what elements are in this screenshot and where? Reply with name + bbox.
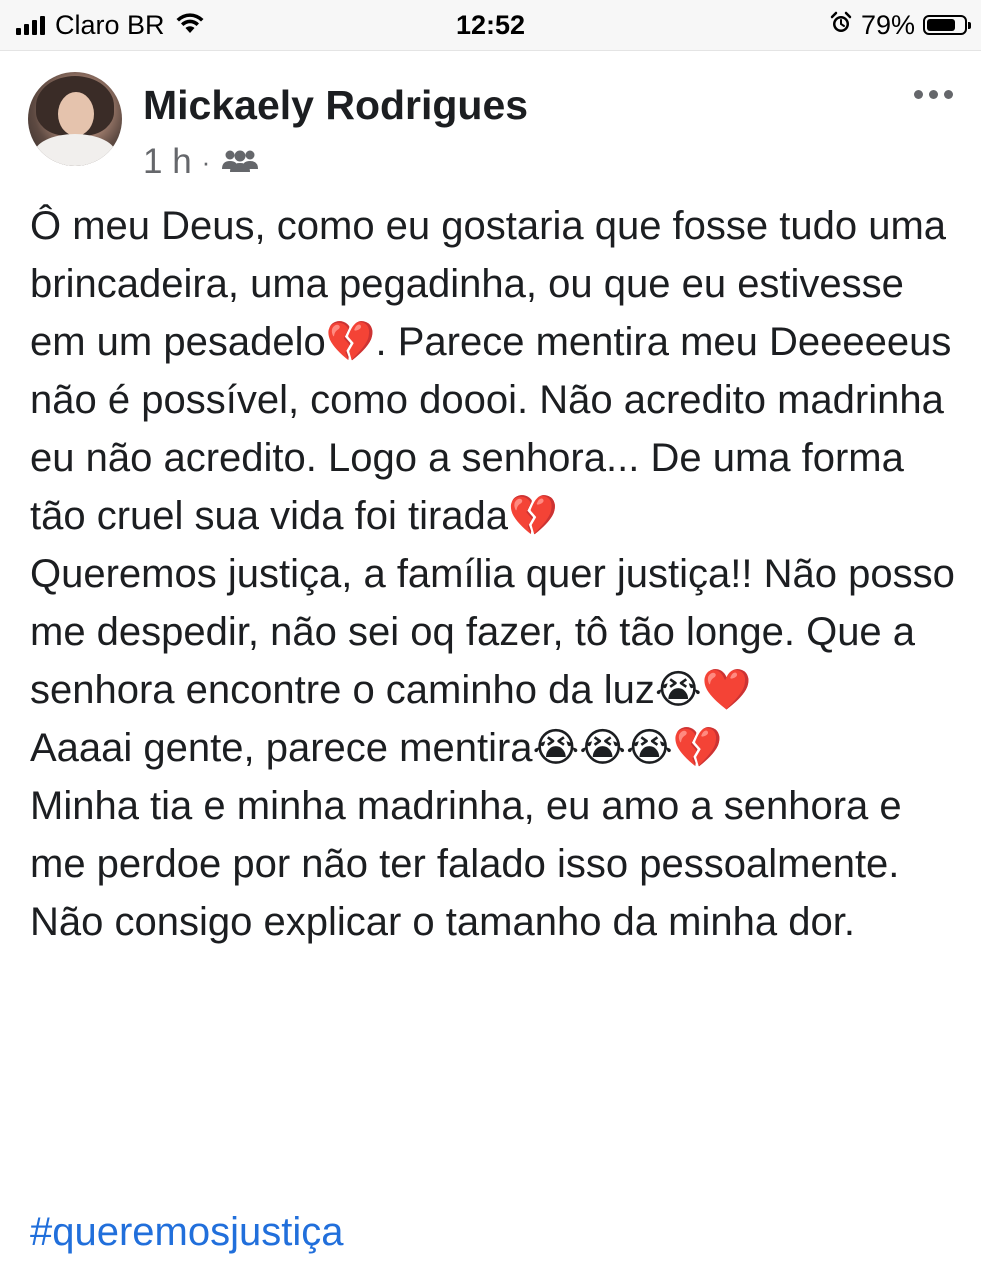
post-meta: 1 h ·	[143, 142, 260, 182]
status-right: 79%	[829, 8, 971, 42]
battery-level-fill	[927, 19, 956, 31]
more-dot	[944, 90, 953, 99]
battery-icon	[923, 15, 971, 35]
hashtag-link[interactable]: #queremosjustiça	[30, 1210, 344, 1255]
more-options-button[interactable]	[914, 90, 953, 99]
more-dot	[914, 90, 923, 99]
meta-separator: ·	[201, 146, 211, 177]
more-dot	[929, 90, 938, 99]
author-name[interactable]: Mickaely Rodrigues	[143, 82, 528, 129]
post-time[interactable]: 1 h	[143, 142, 192, 182]
avatar[interactable]	[28, 72, 122, 166]
friends-icon[interactable]	[220, 142, 260, 182]
alarm-icon	[829, 11, 853, 40]
status-bar: Claro BR 12:52 79%	[0, 0, 981, 51]
post-body: Ô meu Deus, como eu gostaria que fosse t…	[30, 197, 960, 951]
post-paragraph-2: Aaaai gente, parece mentira😭😭😭💔 Minha ti…	[30, 726, 902, 944]
post-paragraph-1: Ô meu Deus, como eu gostaria que fosse t…	[30, 204, 955, 712]
avatar-face	[58, 92, 94, 136]
avatar-shoulders	[34, 134, 116, 166]
battery-percent: 79%	[860, 9, 915, 40]
battery-tip	[968, 22, 971, 29]
